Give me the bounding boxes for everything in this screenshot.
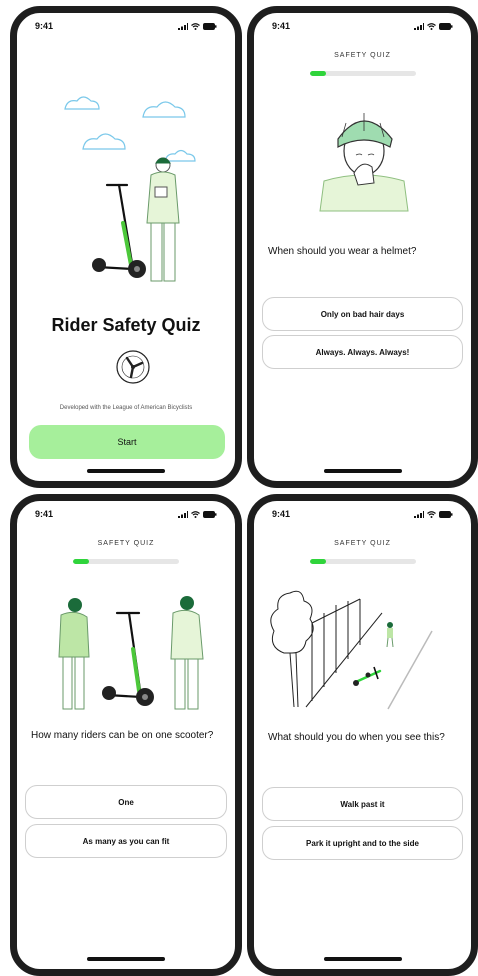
home-indicator[interactable] (323, 469, 402, 473)
wifi-icon (427, 22, 436, 30)
rider-figure (146, 157, 180, 282)
home-indicator[interactable] (323, 957, 402, 961)
status-time: 9:41 (272, 509, 291, 519)
tree-icon (270, 590, 314, 708)
rider-figure (58, 598, 90, 710)
answer-option[interactable]: Walk past it (262, 787, 463, 821)
progress-fill (310, 559, 326, 564)
status-bar: 9:41 (35, 507, 217, 521)
battery-icon (203, 22, 217, 30)
wifi-icon (191, 510, 200, 518)
fallen-scooter-icon (353, 666, 382, 686)
status-icons (414, 22, 453, 30)
status-icons (414, 510, 453, 518)
cloud-icon (64, 96, 196, 162)
scooter-icon (105, 611, 143, 699)
league-seal-icon (116, 350, 150, 384)
question-text: How many riders can be on one scooter? (31, 730, 214, 741)
helmet-illustration (319, 113, 409, 212)
progress-bar (310, 559, 416, 564)
progress-fill (310, 71, 326, 76)
road-line (387, 630, 433, 710)
answer-option[interactable]: One (25, 785, 227, 819)
quiz-title: SAFETY QUIZ (334, 52, 391, 59)
rider-figure (170, 596, 204, 710)
signal-icon (414, 510, 424, 518)
progress-bar (73, 559, 179, 564)
status-time: 9:41 (35, 509, 54, 519)
phone-screen-intro: 9:41 Rider Safety Quiz Developed with th… (10, 6, 242, 488)
signal-icon (414, 22, 424, 30)
intro-illustration (64, 96, 196, 282)
question-text: What should you do when you see this? (268, 732, 445, 743)
battery-icon (439, 510, 453, 518)
status-icons (178, 510, 217, 518)
progress-fill (73, 559, 89, 564)
status-time: 9:41 (272, 21, 291, 31)
developed-with-text: Developed with the League of American Bi… (59, 405, 193, 411)
status-bar: 9:41 (272, 19, 453, 33)
pedestrian-figure (386, 622, 394, 648)
battery-icon (439, 22, 453, 30)
home-indicator[interactable] (87, 957, 165, 961)
question-text: When should you wear a helmet? (268, 246, 417, 257)
status-bar: 9:41 (35, 19, 217, 33)
wifi-icon (191, 22, 200, 30)
riders-illustration (58, 596, 204, 710)
status-time: 9:41 (35, 21, 54, 31)
status-bar: 9:41 (272, 507, 453, 521)
quiz-title: SAFETY QUIZ (97, 540, 155, 547)
progress-bar (310, 71, 416, 76)
status-icons (178, 22, 217, 30)
intro-title: Rider Safety Quiz (51, 315, 201, 335)
answer-option[interactable]: Always. Always. Always! (262, 335, 463, 369)
signal-icon (178, 510, 188, 518)
signal-icon (178, 22, 188, 30)
battery-icon (203, 510, 217, 518)
quiz-title: SAFETY QUIZ (334, 540, 391, 547)
start-button[interactable]: Start (29, 425, 225, 459)
building-icon (305, 598, 383, 708)
answer-option[interactable]: As many as you can fit (25, 824, 227, 858)
home-indicator[interactable] (87, 469, 165, 473)
wifi-icon (427, 510, 436, 518)
phone-screen-question-3: 9:41 SAFETY QUIZ What should you do when… (247, 494, 478, 976)
street-illustration (270, 590, 433, 710)
phone-screen-question-1: 9:41 SAFETY QUIZ When should you wear a … (247, 6, 478, 488)
phone-screen-question-2: 9:41 SAFETY QUIZ How many riders can be … (10, 494, 242, 976)
answer-option[interactable]: Park it upright and to the side (262, 826, 463, 860)
answer-option[interactable]: Only on bad hair days (262, 297, 463, 331)
